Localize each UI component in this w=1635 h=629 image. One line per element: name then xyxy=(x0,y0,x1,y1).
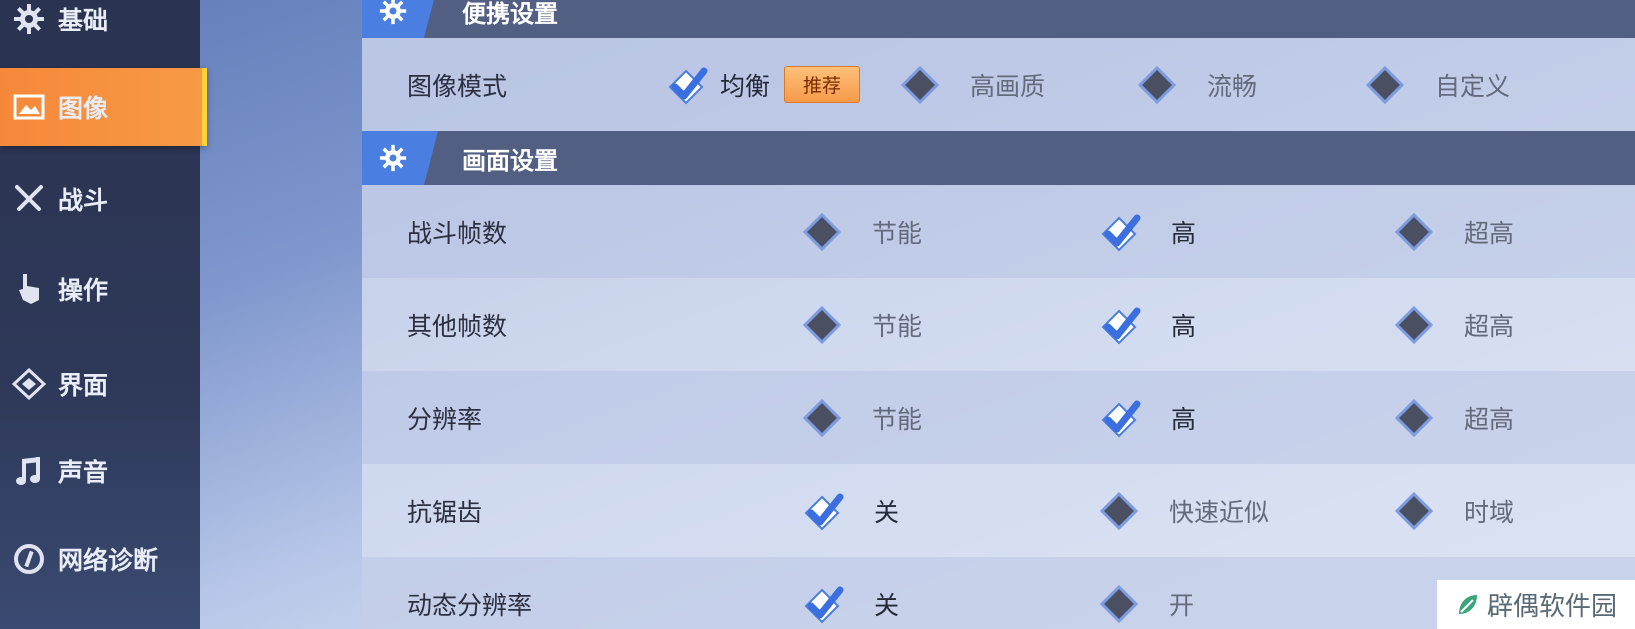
option-label: 快速近似 xyxy=(1169,497,1270,527)
option-balanced[interactable]: 均衡 推荐 xyxy=(664,38,861,131)
option-label: 流畅 xyxy=(1207,71,1258,101)
section-title: 便携设置 xyxy=(462,0,558,28)
image-icon xyxy=(12,90,46,124)
watermark-text: 辟偶软件园 xyxy=(1486,592,1617,622)
interface-icon xyxy=(12,367,46,401)
option-high-quality[interactable]: 高画质 xyxy=(900,38,1045,131)
section-title: 画面设置 xyxy=(462,146,558,175)
watermark: 辟偶软件园 xyxy=(1437,580,1635,629)
option-ultra-high[interactable]: 超高 xyxy=(1394,278,1514,371)
gear-icon xyxy=(12,2,46,36)
option-label: 均衡 xyxy=(720,71,771,101)
setting-label: 抗锯齿 xyxy=(407,497,483,527)
diamond-radio-icon xyxy=(1394,491,1434,530)
option-off[interactable]: 关 xyxy=(800,464,899,557)
option-label: 高 xyxy=(1171,404,1197,434)
checked-diamond-icon xyxy=(668,67,708,104)
option-label: 时域 xyxy=(1464,497,1515,527)
pointing-hand-icon xyxy=(12,272,46,306)
option-label: 开 xyxy=(1169,590,1195,620)
sidebar-item-battle[interactable]: 战斗 xyxy=(0,160,200,238)
option-label: 节能 xyxy=(872,218,923,248)
diamond-radio-icon xyxy=(802,212,842,251)
diamond-radio-icon xyxy=(900,65,940,104)
sidebar-item-label: 声音 xyxy=(58,458,109,487)
setting-label: 分辨率 xyxy=(407,404,483,434)
option-fxaa[interactable]: 快速近似 xyxy=(1099,464,1269,557)
settings-panel: 便携设置 图像模式 均衡 推荐 高画质 流畅 自定义 画面设置 战斗帧数 节能 … xyxy=(362,0,1635,629)
sidebar-item-sound[interactable]: 声音 xyxy=(0,432,200,510)
option-smooth[interactable]: 流畅 xyxy=(1137,38,1257,131)
option-power-saving[interactable]: 节能 xyxy=(802,371,922,464)
gear-icon xyxy=(379,144,407,172)
option-on[interactable]: 开 xyxy=(1099,557,1194,629)
sidebar-item-label: 操作 xyxy=(58,276,109,305)
checked-diamond-icon xyxy=(804,586,844,623)
diamond-radio-icon xyxy=(1137,65,1177,104)
setting-label: 图像模式 xyxy=(407,71,508,101)
setting-label: 战斗帧数 xyxy=(407,218,508,248)
sidebar-item-controls[interactable]: 操作 xyxy=(0,250,200,328)
checked-diamond-icon xyxy=(1101,307,1141,344)
setting-row-image-mode: 图像模式 均衡 推荐 高画质 流畅 自定义 xyxy=(362,38,1635,131)
option-label: 节能 xyxy=(872,404,923,434)
sidebar-item-label: 战斗 xyxy=(58,186,109,215)
diamond-radio-icon xyxy=(802,398,842,437)
section-header-display: 画面设置 xyxy=(362,131,1635,185)
network-icon xyxy=(12,542,46,576)
recommended-badge: 推荐 xyxy=(784,66,861,103)
option-label: 关 xyxy=(874,497,900,527)
option-label: 高画质 xyxy=(970,71,1046,101)
option-label: 高 xyxy=(1171,218,1197,248)
checked-diamond-icon xyxy=(1101,214,1141,251)
option-power-saving[interactable]: 节能 xyxy=(802,185,922,278)
setting-row-battle-fps: 战斗帧数 节能 高 超高 xyxy=(362,185,1635,278)
setting-row-resolution: 分辨率 节能 高 超高 xyxy=(362,371,1635,464)
diamond-radio-icon xyxy=(1365,65,1405,104)
crossed-swords-icon xyxy=(12,182,46,216)
setting-label: 动态分辨率 xyxy=(407,590,533,620)
option-label: 关 xyxy=(874,590,900,620)
sidebar-item-network[interactable]: 网络诊断 xyxy=(0,520,200,598)
option-high[interactable]: 高 xyxy=(1097,278,1196,371)
setting-label: 其他帧数 xyxy=(407,311,508,341)
sidebar-item-basic[interactable]: 基础 xyxy=(0,0,200,58)
sidebar-item-label: 界面 xyxy=(58,371,109,400)
gear-icon xyxy=(379,0,407,25)
option-label: 自定义 xyxy=(1435,71,1511,101)
option-label: 超高 xyxy=(1464,404,1515,434)
option-label: 高 xyxy=(1171,311,1197,341)
option-high[interactable]: 高 xyxy=(1097,371,1196,464)
sidebar-item-label: 图像 xyxy=(58,94,109,123)
leaf-logo-icon xyxy=(1458,594,1477,614)
option-label: 超高 xyxy=(1464,311,1515,341)
diamond-radio-icon xyxy=(1394,305,1434,344)
section-header-portable: 便携设置 xyxy=(362,0,1635,38)
setting-row-anti-aliasing: 抗锯齿 关 快速近似 时域 xyxy=(362,464,1635,557)
option-temporal[interactable]: 时域 xyxy=(1394,464,1514,557)
setting-row-other-fps: 其他帧数 节能 高 超高 xyxy=(362,278,1635,371)
option-ultra-high[interactable]: 超高 xyxy=(1394,185,1514,278)
checked-diamond-icon xyxy=(1101,400,1141,437)
sidebar-item-label: 网络诊断 xyxy=(58,546,159,575)
option-power-saving[interactable]: 节能 xyxy=(802,278,922,371)
diamond-radio-icon xyxy=(1394,212,1434,251)
diamond-radio-icon xyxy=(1099,491,1139,530)
option-off[interactable]: 关 xyxy=(800,557,899,629)
sidebar: 基础 图像 战斗 操作 界面 声音 网络诊断 xyxy=(0,0,207,629)
option-ultra-high[interactable]: 超高 xyxy=(1394,371,1514,464)
diamond-radio-icon xyxy=(802,305,842,344)
sidebar-item-label: 基础 xyxy=(58,6,109,35)
option-high[interactable]: 高 xyxy=(1097,185,1196,278)
diamond-radio-icon xyxy=(1099,584,1139,623)
diamond-radio-icon xyxy=(1394,398,1434,437)
checked-diamond-icon xyxy=(804,493,844,530)
sidebar-item-image[interactable]: 图像 xyxy=(0,68,207,146)
option-label: 节能 xyxy=(872,311,923,341)
music-note-icon xyxy=(12,454,46,488)
option-label: 超高 xyxy=(1464,218,1515,248)
sidebar-item-interface[interactable]: 界面 xyxy=(0,345,200,423)
option-custom[interactable]: 自定义 xyxy=(1365,38,1510,131)
